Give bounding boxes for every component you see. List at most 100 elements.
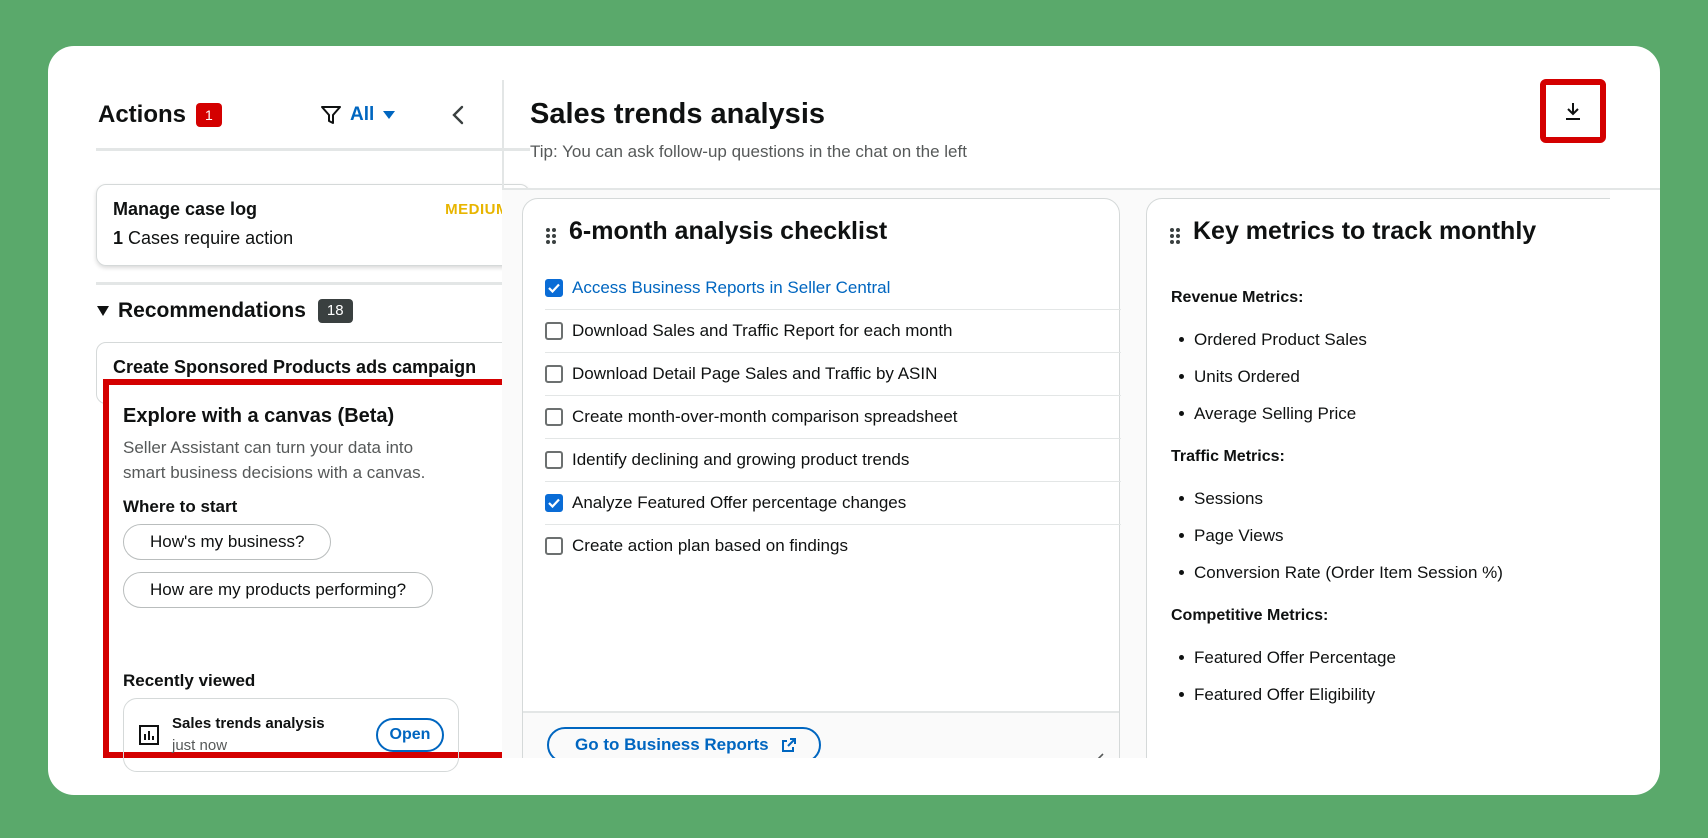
metrics-list: Revenue Metrics: Ordered Product Sales Uni… [1171,289,1571,729]
metric-label: Average Selling Price [1194,403,1357,423]
canvas-promo-card: Explore with a canvas (Beta) Seller Assi… [103,379,521,772]
actions-panel: Actions 1 All Manage case log MEDIUM 1 C… [48,46,530,772]
divider [96,148,530,151]
metric-label: Ordered Product Sales [1194,329,1367,349]
checkbox[interactable] [545,322,563,340]
checkbox[interactable] [545,451,563,469]
metric-item: Featured Offer Percentage [1179,639,1571,676]
checkmark-icon [548,283,560,293]
bullet-icon [1179,533,1184,538]
metric-label: Page Views [1194,525,1284,545]
open-button[interactable]: Open [376,718,444,752]
recommendations-toggle[interactable]: Recommendations 18 [96,299,353,323]
download-icon [1566,103,1580,120]
chevron-left-icon [452,105,464,125]
metric-group: Traffic Metrics: Sessions Page Views Conver… [1171,448,1571,591]
download-button[interactable] [1540,79,1606,143]
checklist-item: Create action plan based on findings [545,525,1121,567]
divider [96,282,530,285]
metric-group-heading: Revenue Metrics: [1171,289,1304,306]
metric-label: Sessions [1194,488,1263,508]
metric-group: Competitive Metrics: Featured Offer Perce… [1171,607,1571,713]
metric-item: Page Views [1179,517,1571,554]
checklist-item-label: Create month-over-month comparison sprea… [572,407,958,426]
page-tip: Tip: You can ask follow-up questions in … [530,142,967,161]
metric-group-heading: Traffic Metrics: [1171,448,1285,465]
checklist-item-label: Identify declining and growing product t… [572,450,910,469]
checkbox[interactable] [545,408,563,426]
bullet-icon [1179,374,1184,379]
checklist: Access Business Reports in Seller Centra… [545,267,1121,567]
button-label: Go to Business Reports [575,735,769,754]
checkbox[interactable] [545,365,563,383]
suggestion-chip[interactable]: How's my business? [123,524,332,560]
metric-item: Ordered Product Sales [1179,321,1571,358]
checklist-panel: 6-month analysis checklist Access Busine… [522,198,1121,758]
suggestion-chip[interactable]: How are my products performing? [123,572,434,608]
chart-icon [139,725,159,745]
bullet-icon [1179,692,1184,697]
metric-label: Units Ordered [1194,366,1300,386]
actions-title: Actions [98,101,187,128]
bullet-icon [1179,337,1184,342]
caret-down-icon [97,306,109,316]
metric-label: Featured Offer Percentage [1194,647,1396,667]
bullet-icon [1179,570,1184,575]
checklist-item: Create month-over-month comparison sprea… [545,396,1121,439]
drag-handle-icon[interactable] [1169,227,1181,245]
metric-item: Average Selling Price [1179,395,1571,432]
checklist-item-link[interactable]: Access Business Reports in Seller Centra… [572,278,890,298]
metric-group: Revenue Metrics: Ordered Product Sales Uni… [1171,289,1571,432]
key-metrics-title: Key metrics to track monthly [1193,217,1537,245]
key-metrics-panel: Key metrics to track monthly Revenue Met… [1146,198,1610,758]
resize-handle-icon[interactable] [1089,751,1105,758]
drag-handle-icon[interactable] [545,227,557,245]
caret-down-icon [383,111,396,119]
case-card-title: Manage case log [113,199,258,219]
go-to-business-reports-button[interactable]: Go to Business Reports [547,727,821,758]
filter-dropdown[interactable]: All [320,104,396,126]
recommendations-count-badge: 18 [317,299,353,323]
checklist-item-label: Analyze Featured Offer percentage change… [572,493,907,512]
recent-item-card[interactable]: Sales trends analysis just now Open [123,698,459,772]
canvas-area: 6-month analysis checklist Access Busine… [502,190,1610,758]
where-to-start-heading: Where to start [123,497,238,516]
checklist-item: Identify declining and growing product t… [545,439,1121,482]
collapse-panel-button[interactable] [448,104,468,131]
canvas-promo-title: Explore with a canvas (Beta) [123,405,395,427]
checkbox[interactable] [545,494,563,512]
actions-header: Actions 1 [98,101,222,129]
actions-count-badge: 1 [196,103,222,127]
checklist-title: 6-month analysis checklist [569,217,888,245]
checklist-item: Analyze Featured Offer percentage change… [545,482,1121,525]
filter-label: All [350,104,375,125]
bullet-icon [1179,411,1184,416]
checklist-item-label: Download Detail Page Sales and Traffic b… [572,364,938,383]
checklist-item: Download Sales and Traffic Report for ea… [545,310,1121,353]
recommendation-card-title: Create Sponsored Products ads campaign [113,357,477,377]
checklist-item: Access Business Reports in Seller Centra… [545,267,1121,310]
checkbox[interactable] [545,279,563,297]
checkbox[interactable] [545,537,563,555]
external-link-icon [781,738,796,752]
metric-label: Conversion Rate (Order Item Session %) [1194,562,1503,582]
priority-badge: MEDIUM [445,201,509,218]
case-subtitle-text: Cases require action [128,228,294,248]
checklist-item: Download Detail Page Sales and Traffic b… [545,353,1121,396]
checklist-footer: Go to Business Reports [523,711,1119,758]
metric-group-heading: Competitive Metrics: [1171,607,1329,624]
canvas-promo-description: Seller Assistant can turn your data into… [123,438,426,482]
filter-icon [321,106,341,124]
bullet-icon [1179,496,1184,501]
bullet-icon [1179,655,1184,660]
metric-item: Sessions [1179,480,1571,517]
case-log-card[interactable]: Manage case log MEDIUM 1 Cases require a… [96,184,530,266]
recent-item-time: just now [172,737,228,754]
recently-viewed-heading: Recently viewed [123,671,256,690]
case-card-subtitle: 1 Cases require action [113,228,293,249]
metric-item: Conversion Rate (Order Item Session %) [1179,554,1571,591]
case-count: 1 [113,228,124,248]
metric-item: Units Ordered [1179,358,1571,395]
checkmark-icon [548,498,560,508]
metric-label: Featured Offer Eligibility [1194,684,1376,704]
